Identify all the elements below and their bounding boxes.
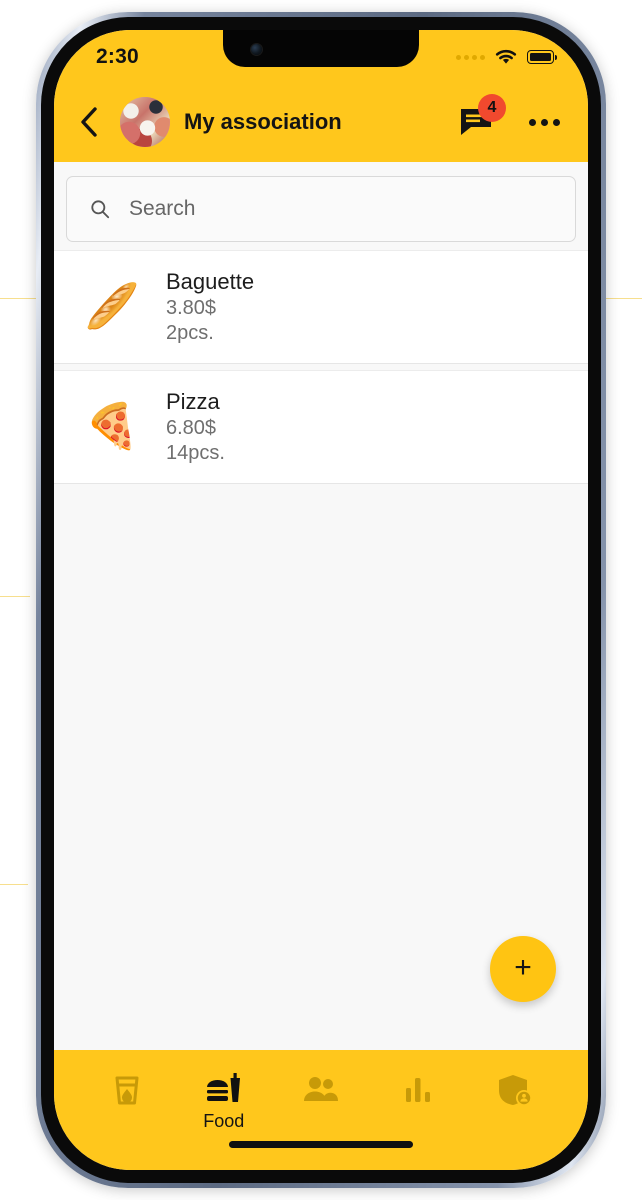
more-horizontal-icon [553,118,560,126]
search-icon [91,200,110,219]
battery-full-icon [527,50,557,64]
drink-cup-icon [115,1076,139,1105]
wifi-icon [495,49,517,64]
status-clock: 2:30 [96,45,139,68]
list-item-text: Baguette 3.80$ 2pcs. [166,269,254,345]
item-price: 3.80$ [166,297,217,319]
nav-item-members[interactable] [272,1072,369,1111]
signal-dots-icon [456,54,485,60]
chevron-left-icon [81,107,97,137]
status-indicators [456,48,557,66]
list-item[interactable]: 🍕 Pizza 6.80$ 14pcs. [54,370,588,484]
status-badge: 4 [478,94,506,122]
search-bar[interactable] [66,176,576,242]
backdrop-line [0,596,30,597]
overflow-menu-button[interactable] [529,118,560,126]
search-input[interactable] [128,197,553,221]
nav-item-food[interactable]: Food [175,1072,272,1132]
nav-item-stats[interactable] [370,1072,467,1111]
page-title: My association [184,109,342,134]
add-button[interactable]: + [490,936,556,1002]
avatar-image [120,97,170,147]
item-quantity: 2pcs. [166,322,214,344]
chat-button[interactable]: 4 [459,94,506,138]
fast-food-icon [206,1073,240,1102]
people-icon [304,1077,338,1101]
item-price: 6.80$ [166,417,217,439]
content-area: 🥖 Baguette 3.80$ 2pcs. 🍕 Pizza 6.80$ 14p [54,162,588,1050]
avatar[interactable] [120,97,170,147]
list-item[interactable]: 🥖 Baguette 3.80$ 2pcs. [54,250,588,364]
nav-item-drinks[interactable] [78,1072,175,1111]
bar-chart-icon [406,1078,431,1102]
backdrop-line [0,884,28,885]
shield-person-icon [499,1075,533,1106]
bottom-navigation: Food [54,1050,588,1170]
nav-item-admin[interactable] [467,1072,564,1111]
back-button[interactable] [72,105,106,139]
baguette-emoji: 🥖 [84,282,140,331]
phone-frame: 2:30 My association 4 Search 🥖 Baguette … [36,12,606,1188]
list-item-text: Pizza 6.80$ 14pcs. [166,389,225,465]
phone-bezel: 2:30 My association 4 Search 🥖 Baguette … [41,17,601,1183]
notch [223,30,419,67]
app-bar: My association 4 [54,82,588,162]
home-indicator-bar[interactable] [229,1141,413,1148]
nav-label: Food [203,1111,245,1131]
item-name: Baguette [166,269,255,294]
front-camera-icon [251,44,262,55]
more-horizontal-icon [529,118,536,126]
more-horizontal-icon [541,118,548,126]
item-quantity: 14pcs. [166,442,225,464]
phone-screen: 2:30 My association 4 Search 🥖 Baguette … [54,30,588,1170]
pizza-emoji: 🍕 [84,402,140,451]
plus-icon: + [514,950,532,984]
item-name: Pizza [166,389,220,414]
search-section [54,162,588,250]
